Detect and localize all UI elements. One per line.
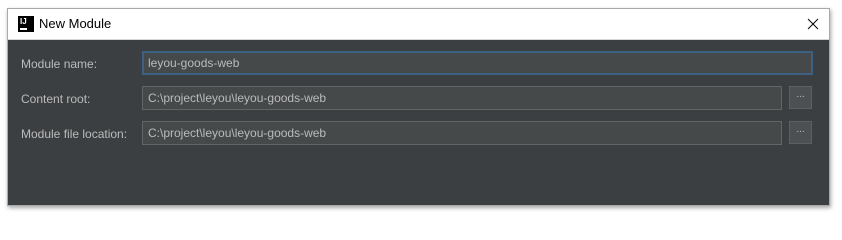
module-file-location-browse-button[interactable]: ... bbox=[789, 121, 812, 144]
content-root-label: Content root: bbox=[21, 92, 91, 106]
module-file-location-label: Module file location: bbox=[21, 127, 128, 141]
title-bar: IJ New Module bbox=[8, 9, 829, 40]
content-root-row: Content root: C:\project\leyou\leyou-goo… bbox=[8, 86, 829, 112]
app-icon-bar bbox=[20, 28, 27, 30]
module-name-row: Module name: leyou-goods-web bbox=[8, 51, 829, 77]
module-name-label: Module name: bbox=[21, 57, 98, 71]
content-root-browse-button[interactable]: ... bbox=[789, 86, 812, 109]
module-file-location-row: Module file location: C:\project\leyou\l… bbox=[8, 121, 829, 147]
module-file-location-input[interactable]: C:\project\leyou\leyou-goods-web bbox=[142, 121, 782, 145]
intellij-app-icon: IJ bbox=[18, 16, 34, 32]
module-name-input[interactable]: leyou-goods-web bbox=[142, 51, 813, 75]
close-icon bbox=[807, 18, 819, 30]
window-title: New Module bbox=[39, 16, 112, 31]
close-button[interactable] bbox=[803, 14, 823, 34]
content-root-input[interactable]: C:\project\leyou\leyou-goods-web bbox=[142, 86, 782, 110]
new-module-dialog: IJ New Module Module name: leyou-goods-w… bbox=[7, 8, 830, 206]
app-icon-text: IJ bbox=[20, 17, 27, 26]
